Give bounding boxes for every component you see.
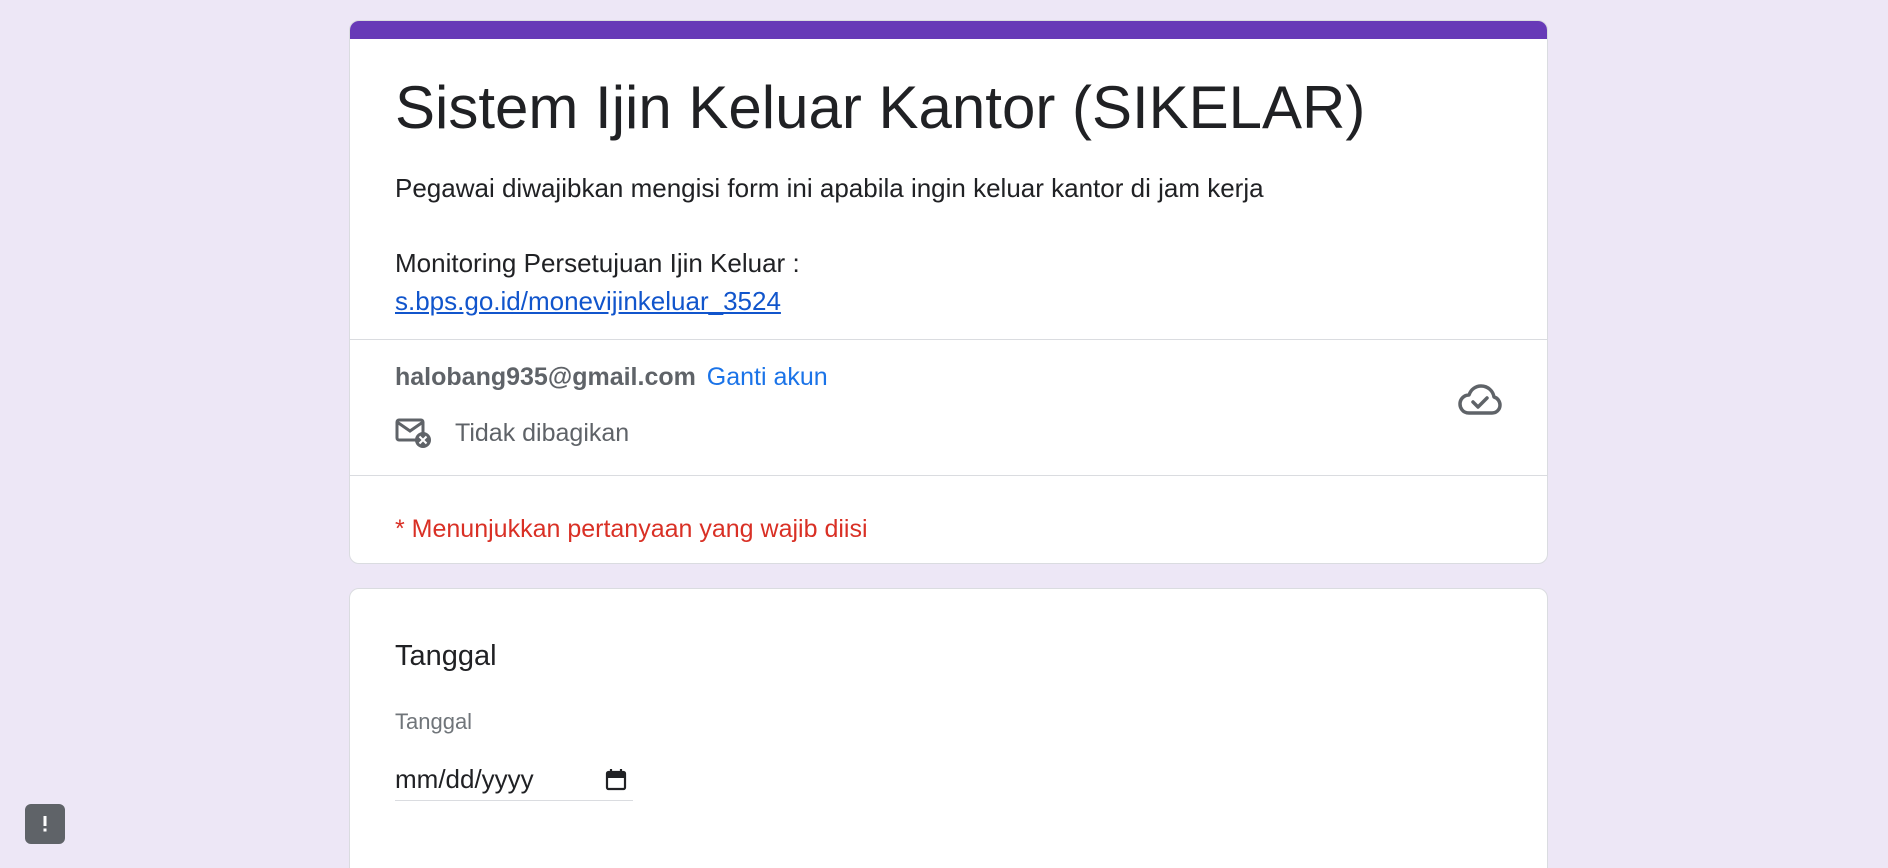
form-title: Sistem Ijin Keluar Kantor (SIKELAR): [395, 74, 1366, 141]
cloud-saved-icon[interactable]: [1458, 383, 1502, 417]
date-placeholder: mm/dd/yyyy: [395, 764, 534, 794]
description-text: Pegawai diwajibkan mengisi form ini apab…: [395, 173, 1264, 203]
required-note: * Menunjukkan pertanyaan yang wajib diis…: [395, 515, 868, 543]
date-input[interactable]: mm/dd/yyyy: [395, 759, 633, 801]
form-header-card: Sistem Ijin Keluar Kantor (SIKELAR) Pega…: [349, 20, 1548, 564]
form-description: Pegawai diwajibkan mengisi form ini apab…: [395, 169, 1264, 320]
account-email: halobang935@gmail.com: [395, 363, 696, 391]
monitoring-link[interactable]: s.bps.go.id/monevijinkeluar_3524: [395, 282, 1264, 320]
divider: [350, 475, 1547, 476]
calendar-icon[interactable]: [605, 768, 627, 792]
divider: [350, 339, 1547, 340]
monitoring-label: Monitoring Persetujuan Ijin Keluar :: [395, 248, 800, 278]
share-status-row: Tidak dibagikan: [395, 416, 629, 450]
account-row: halobang935@gmail.com Ganti akun: [395, 363, 828, 392]
question-title: Tanggal: [395, 640, 497, 672]
switch-account-link[interactable]: Ganti akun: [707, 363, 828, 391]
report-problem-button[interactable]: [25, 804, 65, 844]
question-card-tanggal: Tanggal Tanggal mm/dd/yyyy: [349, 588, 1548, 868]
report-problem-icon: [43, 816, 47, 832]
form-page: Sistem Ijin Keluar Kantor (SIKELAR) Pega…: [0, 0, 1888, 868]
share-status-text: Tidak dibagikan: [455, 418, 630, 447]
question-sublabel: Tanggal: [395, 709, 473, 734]
mail-not-shared-icon: [395, 418, 431, 448]
accent-bar: [350, 21, 1547, 39]
